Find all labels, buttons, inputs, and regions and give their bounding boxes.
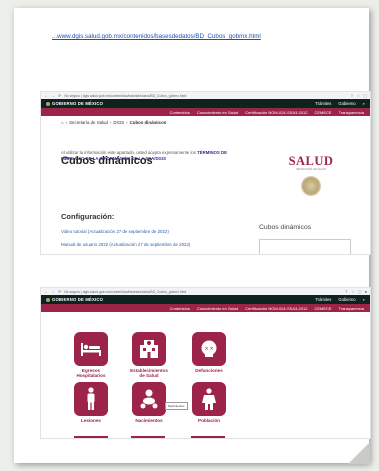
back-icon[interactable]: ← [44,289,48,294]
address-bar[interactable]: No seguro | dgis.salud.gob.mx/contenidos… [64,94,347,98]
nav-conocimiento[interactable]: Conocimiento en Salud [197,306,238,311]
window-icon[interactable]: ▢ [363,93,367,98]
document-page: ...www.dgis.salud.gob.mx/contenidos/base… [14,8,371,464]
back-icon[interactable]: ← [44,93,48,98]
config-heading: Configuración: [61,212,115,221]
reload-icon[interactable]: ⟳ [58,289,61,294]
star-icon[interactable]: ☆ [351,289,355,294]
breadcrumb: ⌂ › Secretaría de Salud › DGIS › Cubos d… [61,120,167,125]
injured-person-icon [74,382,108,416]
hospital-building-icon [132,332,166,366]
tile-label: Defunciones [195,368,223,373]
tile-row-edge [131,436,165,438]
star-icon[interactable]: ☆ [357,93,361,98]
tile-lesiones[interactable]: Lesiones [71,382,111,423]
tile-egresos[interactable]: Egresos Hospitalarios [71,332,111,378]
forward-icon[interactable]: → [51,93,55,98]
salud-logo-subtext: SECRETARÍA DE SALUD [296,168,326,171]
browser-toolbar: ← → ⟳ No seguro | dgis.salud.gob.mx/cont… [41,288,370,295]
seal-icon [301,176,321,196]
hospital-bed-icon [74,332,108,366]
svg-text:×: × [210,346,214,352]
nav-certificacion[interactable]: Certificación NOM-024-SSA3-2012 [245,110,307,115]
crumb-dgis[interactable]: DGIS [113,120,124,125]
screenshot-cubos-page: ← → ⟳ No seguro | dgis.salud.gob.mx/cont… [40,91,371,255]
sidebar-frame [259,239,351,254]
address-bar[interactable]: No seguro | dgis.salud.gob.mx/contenidos… [64,290,341,294]
gov-link-tramites[interactable]: Trámites [315,297,331,302]
browser-actions: ⇪ ☆ ▢ ● [345,289,367,294]
nav-contenidos[interactable]: Contenidos [170,110,190,115]
nav-transparencia[interactable]: Transparencia [339,110,364,115]
gov-logo-text: GOBIERNO DE MÉXICO [52,297,104,302]
browser-actions: ⇪ ☆ ▢ [350,93,367,98]
sidebar-heading: Cubos dinámicos [259,224,312,231]
skull-icon: × × [192,332,226,366]
nav-cemece[interactable]: CEMECE [314,110,331,115]
reload-icon[interactable]: ⟳ [58,93,61,98]
gov-links: Trámites Gobierno ⌕ [315,297,365,302]
page-url-link[interactable]: ...www.dgis.salud.gob.mx/contenidos/base… [52,33,261,40]
gov-link-gobierno[interactable]: Gobierno [338,101,355,106]
svg-text:×: × [205,346,209,352]
screenshot-cubos-tiles: ← → ⟳ No seguro | dgis.salud.gob.mx/cont… [40,287,371,439]
emblem-icon [46,297,50,302]
gov-link-tramites[interactable]: Trámites [315,101,331,106]
gov-header: GOBIERNO DE MÉXICO Trámites Gobierno ⌕ [41,99,370,108]
gov-logo-text: GOBIERNO DE MÉXICO [52,101,104,106]
nav-cemece[interactable]: CEMECE [314,306,331,311]
secondary-nav: Contenidos Conocimiento en Salud Certifi… [41,108,370,116]
tile-row-edge [74,436,108,438]
population-icon [192,382,226,416]
extension-icon[interactable]: ● [365,289,367,294]
nav-conocimiento[interactable]: Conocimiento en Salud [197,110,238,115]
home-icon[interactable]: ⌂ [61,120,64,125]
tile-label: Población [198,418,220,423]
tile-establecimientos[interactable]: Establecimientos de Salud [129,332,169,378]
nav-contenidos[interactable]: Contenidos [170,306,190,311]
tile-defunciones[interactable]: × × Defunciones [189,332,229,373]
hover-tooltip: Nacimientos [165,402,188,410]
tile-nacimientos[interactable]: Nacimientos [129,382,169,423]
gov-logo[interactable]: GOBIERNO DE MÉXICO [46,101,103,106]
share-icon[interactable]: ⇪ [350,93,353,98]
gov-logo[interactable]: GOBIERNO DE MÉXICO [46,297,103,302]
search-icon[interactable]: ⌕ [363,101,365,106]
window-icon[interactable]: ▢ [358,289,362,294]
nav-transparencia[interactable]: Transparencia [339,306,364,311]
forward-icon[interactable]: → [51,289,55,294]
tile-label: Nacimientos [135,418,163,423]
salud-logo-text: SALUD [288,154,334,168]
tile-label: Egresos Hospitalarios [76,368,106,379]
tile-row-edge [191,436,225,438]
tile-poblacion[interactable]: Población [189,382,229,423]
crumb-current: Cubos dinámicos [129,120,167,125]
crumb-secretaria[interactable]: Secretaría de Salud [69,120,108,125]
tile-label: Lesiones [81,418,101,423]
gov-header: GOBIERNO DE MÉXICO Trámites Gobierno ⌕ [41,295,370,304]
browser-toolbar: ← → ⟳ No seguro | dgis.salud.gob.mx/cont… [41,92,370,99]
intro-text: Al utilizar la información este apartado… [61,150,227,161]
video-tutorial-link[interactable]: Video tutorial (Actualización 27 de sept… [61,229,169,234]
user-manual-link[interactable]: Manual de usuario 2022 (Actualización 27… [61,242,190,247]
salud-logo: SALUD SECRETARÍA DE SALUD [265,154,357,196]
gov-links: Trámites Gobierno ⌕ [315,101,365,106]
tile-label: Establecimientos de Salud [130,368,168,379]
emblem-icon [46,101,50,106]
secondary-nav: Contenidos Conocimiento en Salud Certifi… [41,304,370,312]
nav-certificacion[interactable]: Certificación NOM-024-SSA3-2012 [245,306,307,311]
search-icon[interactable]: ⌕ [363,297,365,302]
share-icon[interactable]: ⇪ [345,289,348,294]
baby-icon [132,382,166,416]
gov-link-gobierno[interactable]: Gobierno [338,297,355,302]
